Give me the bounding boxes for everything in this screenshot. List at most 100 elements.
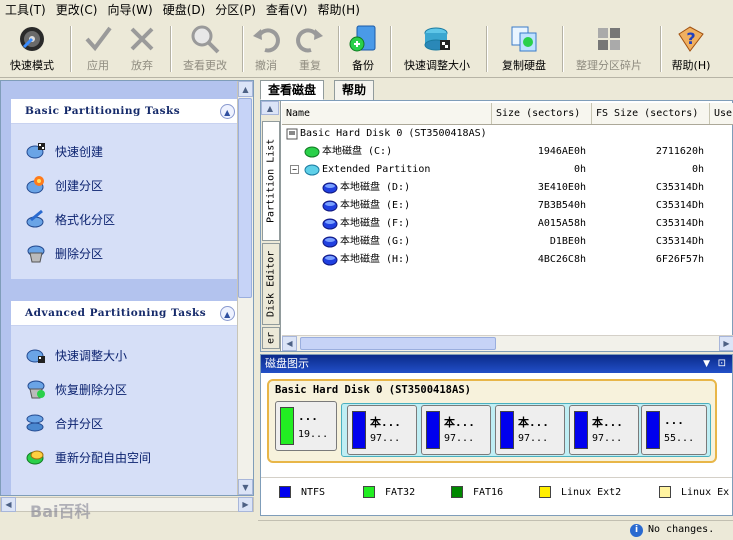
partition-size: 4BC26C8h [537, 254, 586, 265]
redo-label: 重复 [299, 59, 321, 72]
backup-button[interactable]: 备份 [344, 24, 382, 74]
undo-label: 撤消 [255, 59, 277, 72]
scroll-left-icon[interactable]: ◀ [1, 497, 16, 512]
scrollbar-thumb[interactable] [238, 98, 252, 298]
ntfs-partition-icon [322, 236, 338, 248]
partition-row[interactable]: 本地磁盘 (C:) 1946AE0h 2711620h [282, 143, 733, 161]
partition-row[interactable]: Basic Hard Disk 0 (ST3500418AS) [282, 125, 733, 143]
task-redistribute-free-space[interactable]: 重新分配自由空间 [11, 440, 239, 474]
task-create-partition[interactable]: 创建分区 [11, 168, 239, 202]
menu-partition[interactable]: 分区(P) [210, 0, 261, 20]
task-label: 合并分区 [55, 416, 104, 431]
menu-tools[interactable]: 工具(T) [0, 0, 51, 20]
task-quick-create[interactable]: 快速创建 [11, 134, 239, 168]
advanced-tasks-panel: Advanced Partitioning Tasks ▲ 快速调整大小 恢复删… [11, 301, 239, 495]
task-merge-partitions[interactable]: 合并分区 [11, 406, 239, 440]
defrag-button[interactable]: 整理分区碎片 [570, 24, 648, 74]
side-tab-up-icon[interactable]: ▲ [261, 101, 279, 115]
side-tab-partition-list[interactable]: Partition List [262, 121, 280, 241]
column-size[interactable]: Size (sectors) [492, 103, 592, 124]
task-delete-partition[interactable]: 删除分区 [11, 236, 239, 270]
task-quick-resize[interactable]: 快速调整大小 [11, 338, 239, 372]
quick-resize-button[interactable]: 快速调整大小 [398, 24, 476, 74]
collapse-chevron-icon[interactable]: ▲ [220, 104, 235, 119]
undelete-partition-icon [25, 378, 47, 400]
disk-map-partition[interactable]: ... 55... [641, 405, 707, 455]
column-used[interactable]: Use [710, 103, 733, 124]
menu-help[interactable]: 帮助(H) [312, 0, 364, 20]
scroll-up-icon[interactable]: ▲ [238, 81, 253, 97]
pin-icon[interactable]: ⊡ [718, 355, 726, 373]
menu-changes[interactable]: 更改(C) [51, 0, 103, 20]
basic-tasks-panel: Basic Partitioning Tasks ▲ 快速创建 创建分区 格式化… [11, 99, 239, 279]
scroll-left-icon[interactable]: ◀ [282, 336, 297, 351]
task-label: 格式化分区 [55, 212, 116, 227]
discard-button[interactable]: 放弃 [122, 24, 162, 74]
partition-row[interactable]: 本地磁盘 (G:) D1BE0h C35314Dh [282, 233, 733, 251]
disk-map-box: Basic Hard Disk 0 (ST3500418AS) ... 19...… [267, 379, 717, 463]
partition-fs-size: C35314Dh [655, 182, 704, 193]
task-format-partition[interactable]: 格式化分区 [11, 202, 239, 236]
partition-row[interactable]: 本地磁盘 (D:) 3E410E0h C35314Dh [282, 179, 733, 197]
task-undelete-partition[interactable]: 恢复删除分区 [11, 372, 239, 406]
legend-swatch [659, 486, 671, 498]
main-area: 查看磁盘 帮助 ▲ Partition List Disk Editor er … [258, 78, 733, 519]
dropdown-icon[interactable]: ▼ [703, 355, 710, 373]
toolbar-separator [390, 26, 392, 72]
disk-map-partition[interactable]: 本... 97... [569, 405, 639, 455]
undo-button[interactable]: 撤消 [248, 24, 284, 74]
redo-button[interactable]: 重复 [292, 24, 328, 74]
legend-swatch [363, 486, 375, 498]
basic-tasks-header[interactable]: Basic Partitioning Tasks ▲ [11, 99, 239, 124]
tree-collapse-icon[interactable]: − [290, 165, 299, 174]
tab-help[interactable]: 帮助 [334, 80, 375, 100]
task-pane-scrollbar[interactable]: ▲ ▼ [237, 81, 253, 495]
legend-swatch [279, 486, 291, 498]
scroll-down-icon[interactable]: ▼ [238, 479, 253, 495]
menu-disk[interactable]: 硬盘(D) [158, 0, 211, 20]
partition-row[interactable]: 本地磁盘 (E:) 7B3B540h C35314Dh [282, 197, 733, 215]
partition-fs-size: C35314Dh [655, 200, 704, 211]
quick-mode-button[interactable]: 快速模式 [6, 24, 58, 74]
list-header: Name Size (sectors) FS Size (sectors) Us… [282, 103, 733, 125]
partition-row[interactable]: 本地磁盘 (F:) A015A58h C35314Dh [282, 215, 733, 233]
disk-map-panel: 磁盘图示 ▼ ⊡ Basic Hard Disk 0 (ST3500418AS)… [260, 354, 733, 516]
menu-wizards[interactable]: 向导(W) [102, 0, 157, 20]
scroll-right-icon[interactable]: ▶ [238, 497, 253, 512]
partition-short-size: 55... [664, 433, 695, 444]
legend-label: Linux Ex [681, 486, 730, 498]
disk-map-partition[interactable]: ... 19... [275, 401, 337, 451]
toolbar-separator [660, 26, 662, 72]
disk-map-header: 磁盘图示 ▼ ⊡ [261, 355, 732, 373]
scroll-right-icon[interactable]: ▶ [719, 336, 733, 351]
collapse-chevron-icon[interactable]: ▲ [220, 306, 235, 321]
column-name[interactable]: Name [282, 103, 492, 124]
toolbar-separator [338, 26, 340, 72]
side-tab-more[interactable]: er [262, 327, 280, 349]
delete-partition-icon [25, 242, 47, 264]
disk-map-partition[interactable]: 本... 97... [347, 405, 417, 455]
apply-button[interactable]: 应用 [78, 24, 118, 74]
copy-disk-button[interactable]: 复制硬盘 [496, 24, 552, 74]
legend-item: FAT16 [451, 486, 503, 498]
menu-view[interactable]: 查看(V) [261, 0, 313, 20]
column-fs-size[interactable]: FS Size (sectors) [592, 103, 710, 124]
task-pane: Basic Partitioning Tasks ▲ 快速创建 创建分区 格式化… [0, 80, 254, 496]
disk-map-partition[interactable]: 本... 97... [421, 405, 491, 455]
advanced-tasks-header[interactable]: Advanced Partitioning Tasks ▲ [11, 301, 239, 326]
disk-map-partition[interactable]: 本... 97... [495, 405, 565, 455]
redistribute-space-icon [25, 446, 47, 468]
menu-bar: 工具(T) 更改(C) 向导(W) 硬盘(D) 分区(P) 查看(V) 帮助(H… [0, 0, 733, 20]
partition-row[interactable]: − Extended Partition 0h 0h [282, 161, 733, 179]
view-changes-button[interactable]: 查看更改 [176, 24, 234, 74]
scrollbar-thumb[interactable] [300, 337, 496, 350]
list-hscrollbar[interactable]: ◀ ▶ [282, 335, 733, 351]
quick-create-icon [25, 140, 47, 162]
tab-view-disk[interactable]: 查看磁盘 [260, 80, 325, 100]
partition-row[interactable]: 本地磁盘 (H:) 4BC26C8h 6F26F57h [282, 251, 733, 269]
partition-fs-size: 6F26F57h [655, 254, 704, 265]
partition-short-label: ... [298, 410, 318, 423]
side-tab-disk-editor[interactable]: Disk Editor [262, 243, 280, 325]
help-button[interactable]: ? 帮助(H) [668, 24, 714, 74]
redo-icon [295, 24, 325, 54]
